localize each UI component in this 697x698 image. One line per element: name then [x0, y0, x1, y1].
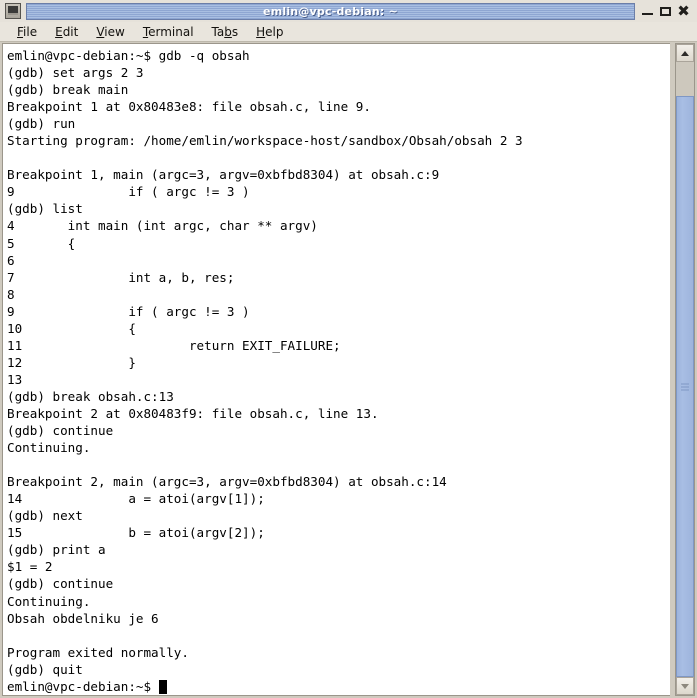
menu-label-help-after: elp — [265, 24, 284, 39]
terminal-area: emlin@vpc-debian:~$ gdb -q obsah (gdb) s… — [0, 43, 697, 698]
menu-item-edit[interactable]: Edit — [46, 23, 87, 41]
menu-label-view-after: iew — [104, 24, 125, 39]
menu-label-terminal-after: erminal — [148, 24, 194, 39]
terminal-icon — [5, 3, 21, 19]
menu-label-tabs-after: s — [231, 24, 239, 39]
scroll-up-arrow-icon — [681, 50, 689, 56]
title-bar-gradient: emlin@vpc-debian: ~ — [26, 2, 635, 20]
close-icon[interactable]: ✖ — [677, 3, 690, 18]
minimize-button[interactable] — [641, 5, 654, 18]
menu-mnemonic-tabs: b — [224, 24, 232, 39]
terminal-window: emlin@vpc-debian: ~ ✖ File Edit View Ter… — [0, 0, 697, 698]
maximize-button[interactable] — [659, 5, 672, 18]
menu-item-view[interactable]: View — [87, 23, 133, 41]
menu-bar: File Edit View Terminal Tabs Help — [0, 22, 697, 42]
terminal-content: emlin@vpc-debian:~$ gdb -q obsah (gdb) s… — [3, 44, 670, 695]
menu-item-help[interactable]: Help — [247, 23, 292, 41]
text-cursor — [158, 679, 167, 694]
menu-item-terminal[interactable]: Terminal — [134, 23, 203, 41]
menu-label-edit-after: dit — [62, 24, 79, 39]
scroll-down-arrow-icon — [681, 683, 689, 689]
scrollbar-grip-icon — [681, 383, 689, 390]
terminal-scrollbar[interactable] — [675, 43, 695, 696]
terminal-output: emlin@vpc-debian:~$ gdb -q obsah (gdb) s… — [7, 48, 523, 694]
scrollbar-thumb[interactable] — [676, 96, 694, 677]
menu-mnemonic-edit: E — [55, 24, 63, 39]
window-title: emlin@vpc-debian: ~ — [263, 4, 398, 18]
menu-label-tabs-before: Ta — [211, 24, 225, 39]
title-bar[interactable]: emlin@vpc-debian: ~ ✖ — [0, 0, 697, 22]
scroll-down-button[interactable] — [676, 677, 694, 695]
scrollbar-track[interactable] — [676, 62, 694, 677]
menu-label-file-after: ile — [23, 24, 38, 39]
menu-item-file[interactable]: File — [8, 23, 46, 41]
window-controls: ✖ — [637, 3, 695, 18]
menu-item-tabs[interactable]: Tabs — [203, 23, 248, 41]
scroll-up-button[interactable] — [676, 44, 694, 62]
menu-mnemonic-help: H — [256, 24, 266, 39]
terminal-screen[interactable]: emlin@vpc-debian:~$ gdb -q obsah (gdb) s… — [2, 43, 670, 696]
